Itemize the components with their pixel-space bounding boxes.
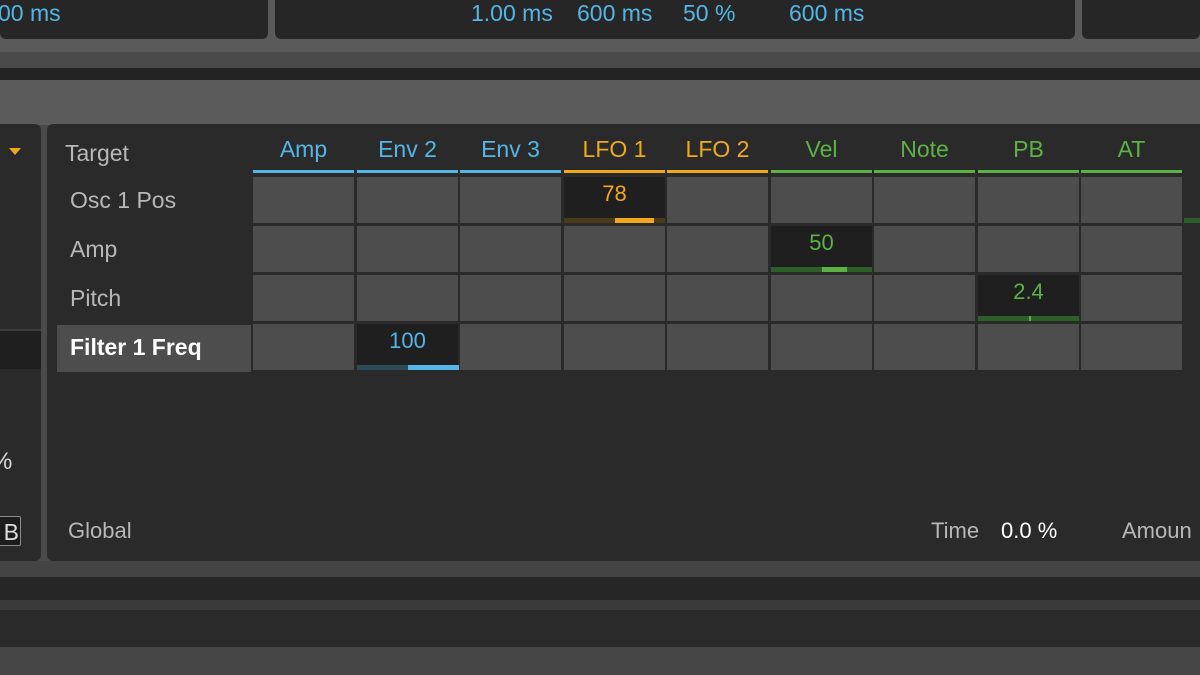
source-header-underline	[564, 170, 665, 173]
mod-matrix-cell[interactable]: 78	[564, 177, 665, 223]
bottom-panel	[0, 610, 1200, 647]
mod-matrix-cell[interactable]	[253, 324, 354, 370]
chevron-down-icon[interactable]	[9, 148, 21, 155]
mod-amount-value: 78	[602, 181, 627, 206]
mod-matrix-cell[interactable]	[564, 324, 665, 370]
device-header-bar	[0, 80, 1200, 125]
mod-matrix-cell[interactable]	[978, 177, 1079, 223]
mod-amount-value: 100	[389, 328, 426, 353]
mod-amount-bar	[821, 267, 847, 272]
top-value-3[interactable]: 50 %	[683, 0, 735, 26]
source-header-env-3[interactable]: Env 3	[460, 135, 561, 170]
source-header-underline	[667, 170, 768, 173]
mod-amount-value: 50	[809, 230, 834, 255]
mod-matrix-cell[interactable]: 2.4	[978, 275, 1079, 321]
global-label: Global	[68, 518, 132, 543]
mod-matrix-cell[interactable]	[460, 275, 561, 321]
source-header-underline	[460, 170, 561, 173]
top-device-panel-right	[1082, 0, 1200, 39]
left-panel-percent: %	[0, 448, 12, 476]
mod-matrix-cell[interactable]	[771, 324, 872, 370]
target-row-label[interactable]: Amp	[70, 226, 117, 272]
source-header-underline	[771, 170, 872, 173]
source-header-underline	[874, 170, 975, 173]
mod-matrix-cell[interactable]	[1081, 324, 1182, 370]
mod-matrix-cell[interactable]: 50	[771, 226, 872, 272]
bottom-band	[0, 561, 1200, 577]
mod-matrix-cell[interactable]	[771, 275, 872, 321]
source-header-env-2[interactable]: Env 2	[357, 135, 458, 170]
mod-matrix-cell[interactable]	[1081, 177, 1182, 223]
source-header-underline	[1081, 170, 1182, 173]
source-header-lfo-2[interactable]: LFO 2	[667, 135, 768, 170]
mod-matrix-cell[interactable]	[460, 226, 561, 272]
top-value-2[interactable]: 600 ms	[577, 0, 652, 26]
mod-matrix-cell[interactable]	[874, 324, 975, 370]
divider-band-dark	[0, 68, 1200, 80]
mod-matrix-cell[interactable]	[253, 275, 354, 321]
target-row-label[interactable]: Filter 1 Freq	[70, 324, 202, 370]
mod-matrix-cell[interactable]	[978, 324, 1079, 370]
source-header-note[interactable]: Note	[874, 135, 975, 170]
divider-band	[0, 52, 1200, 68]
mod-amount-bar	[614, 218, 654, 223]
amount-label: Amoun	[1122, 518, 1192, 543]
top-device-panel-center: 1.00 ms 600 ms 50 % 600 ms	[275, 0, 1075, 39]
mod-amount-bar	[1028, 316, 1031, 321]
source-header-underline	[357, 170, 458, 173]
mod-matrix-cell[interactable]	[564, 226, 665, 272]
time-value[interactable]: 0.0 %	[1001, 518, 1057, 544]
mod-matrix-cell[interactable]	[1081, 226, 1182, 272]
bottom-edge	[0, 647, 1200, 675]
bottom-band-dark	[0, 577, 1200, 600]
top-value-4[interactable]: 600 ms	[789, 0, 864, 26]
mod-matrix-cell[interactable]: 100	[357, 324, 459, 370]
top-device-panel-left: 00 ms	[0, 0, 268, 39]
offscreen-cell-indicator	[1184, 218, 1200, 223]
mod-matrix-cell[interactable]	[667, 177, 768, 223]
target-header: Target	[65, 140, 129, 166]
mod-matrix-cell[interactable]	[357, 226, 458, 272]
source-header-pb[interactable]: PB	[978, 135, 1079, 170]
mod-matrix-cell[interactable]	[978, 226, 1079, 272]
bottom-band-mid	[0, 600, 1200, 610]
left-panel-button[interactable]: B	[0, 516, 21, 546]
mod-matrix-cell[interactable]	[460, 324, 561, 370]
mod-matrix-cell[interactable]	[667, 226, 768, 272]
mod-matrix-cell[interactable]	[874, 226, 975, 272]
mod-matrix-cell[interactable]	[357, 177, 458, 223]
source-header-lfo-1[interactable]: LFO 1	[564, 135, 665, 170]
left-panel-selected-row[interactable]	[0, 331, 41, 369]
top-value-1[interactable]: 1.00 ms	[471, 0, 553, 26]
mod-matrix-cell[interactable]	[253, 177, 354, 223]
top-left-value[interactable]: 00 ms	[0, 0, 61, 26]
source-header-vel[interactable]: Vel	[771, 135, 872, 170]
mod-matrix-cell[interactable]	[460, 177, 561, 223]
mod-matrix-cell[interactable]	[357, 275, 458, 321]
mod-amount-value: 2.4	[1013, 279, 1044, 304]
target-row-label[interactable]: Osc 1 Pos	[70, 177, 176, 223]
mod-matrix-cell[interactable]	[253, 226, 354, 272]
mod-amount-bar	[407, 365, 459, 370]
mod-matrix-cell[interactable]	[667, 324, 768, 370]
mod-matrix-cell[interactable]	[874, 177, 975, 223]
source-header-at[interactable]: AT	[1081, 135, 1182, 170]
mod-matrix-cell[interactable]	[1081, 275, 1182, 321]
target-row-label[interactable]: Pitch	[70, 275, 121, 321]
mod-matrix-cell[interactable]	[667, 275, 768, 321]
source-header-underline	[253, 170, 354, 173]
mod-matrix-cell[interactable]	[771, 177, 872, 223]
time-label: Time	[931, 518, 980, 543]
mod-matrix-cell[interactable]	[874, 275, 975, 321]
source-header-underline	[978, 170, 1079, 173]
source-header-amp[interactable]: Amp	[253, 135, 354, 170]
mod-matrix-cell[interactable]	[564, 275, 665, 321]
